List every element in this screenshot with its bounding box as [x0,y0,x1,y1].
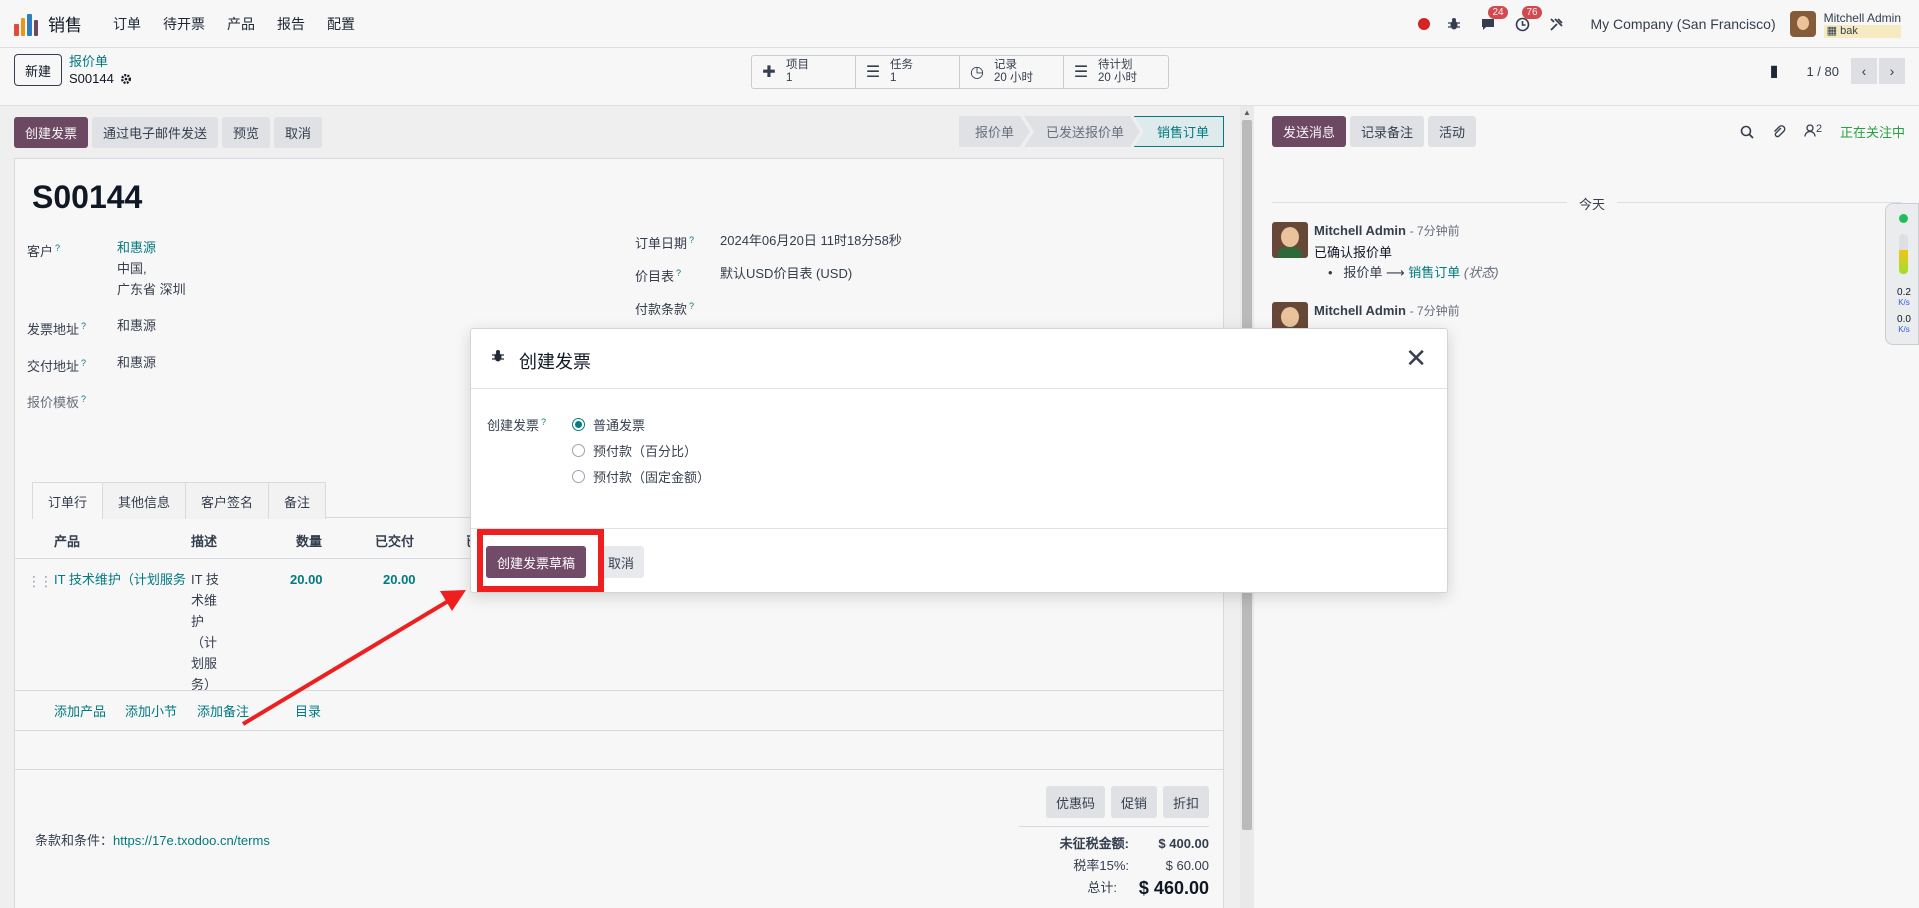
dialog-header: 创建发票 ✕ [471,329,1447,389]
radio-down-payment-percent[interactable]: 预付款（百分比） [572,441,697,460]
radio-button[interactable] [572,444,585,457]
radio-button-checked[interactable] [572,418,585,431]
bug-icon [492,350,504,362]
radio-button[interactable] [572,470,585,483]
radio-regular-invoice[interactable]: 普通发票 [572,415,645,434]
invoice-method-label: 创建发票? [487,416,547,433]
dialog-title: 创建发票 [519,352,591,372]
dialog-footer: 创建发票草稿 取消 [471,528,1447,592]
radio-down-payment-fixed[interactable]: 预付款（固定金额） [572,467,710,486]
annotation-highlight-box [477,529,604,592]
create-invoice-dialog: 创建发票 ✕ 创建发票? 普通发票 预付款（百分比） 预付款（固定金额） 创建发… [470,328,1448,593]
close-icon[interactable]: ✕ [1405,343,1427,373]
dialog-cancel-button[interactable]: 取消 [598,546,645,578]
